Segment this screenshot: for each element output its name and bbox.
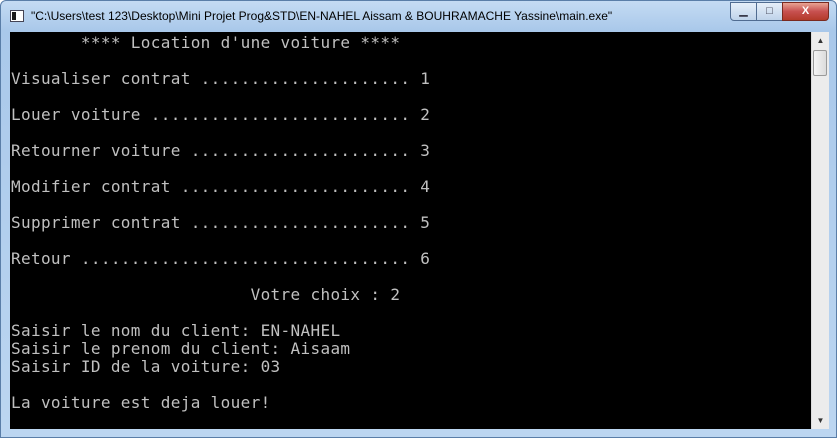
console-line: **** Location d'une voiture **** [11, 33, 401, 52]
title-bar[interactable]: "C:\Users\test 123\Desktop\Mini Projet P… [1, 1, 836, 31]
console-app-icon[interactable] [10, 10, 24, 22]
console-text: **** Location d'une voiture **** Visualis… [10, 32, 811, 412]
console-line: Saisir le prenom du client: Aisaam [11, 339, 351, 358]
vertical-scrollbar[interactable]: ▲ ▼ [811, 32, 829, 429]
console-line: Modifier contrat .......................… [11, 177, 431, 196]
console-line: La voiture est deja louer! [11, 393, 271, 412]
console-line: Saisir le nom du client: EN-NAHEL [11, 321, 341, 340]
console-line: Retour .................................… [11, 249, 431, 268]
console-line: Retourner voiture ......................… [11, 141, 431, 160]
console-output[interactable]: **** Location d'une voiture **** Visualis… [10, 32, 811, 429]
minimize-button[interactable]: ▁ [730, 2, 757, 21]
console-line: Louer voiture ..........................… [11, 105, 431, 124]
console-line: Visualiser contrat .....................… [11, 69, 431, 88]
console-line: Saisir ID de la voiture: 03 [11, 357, 281, 376]
scrollbar-thumb[interactable] [813, 50, 827, 76]
maximize-button[interactable]: □ [756, 2, 783, 21]
close-button[interactable]: X [782, 2, 829, 21]
console-window: "C:\Users\test 123\Desktop\Mini Projet P… [0, 0, 837, 438]
scroll-up-icon[interactable]: ▲ [812, 32, 829, 49]
window-title: "C:\Users\test 123\Desktop\Mini Projet P… [31, 9, 613, 23]
console-line: Votre choix : 2 [11, 285, 401, 304]
console-line: Supprimer contrat ......................… [11, 213, 431, 232]
scroll-down-icon[interactable]: ▼ [812, 412, 829, 429]
